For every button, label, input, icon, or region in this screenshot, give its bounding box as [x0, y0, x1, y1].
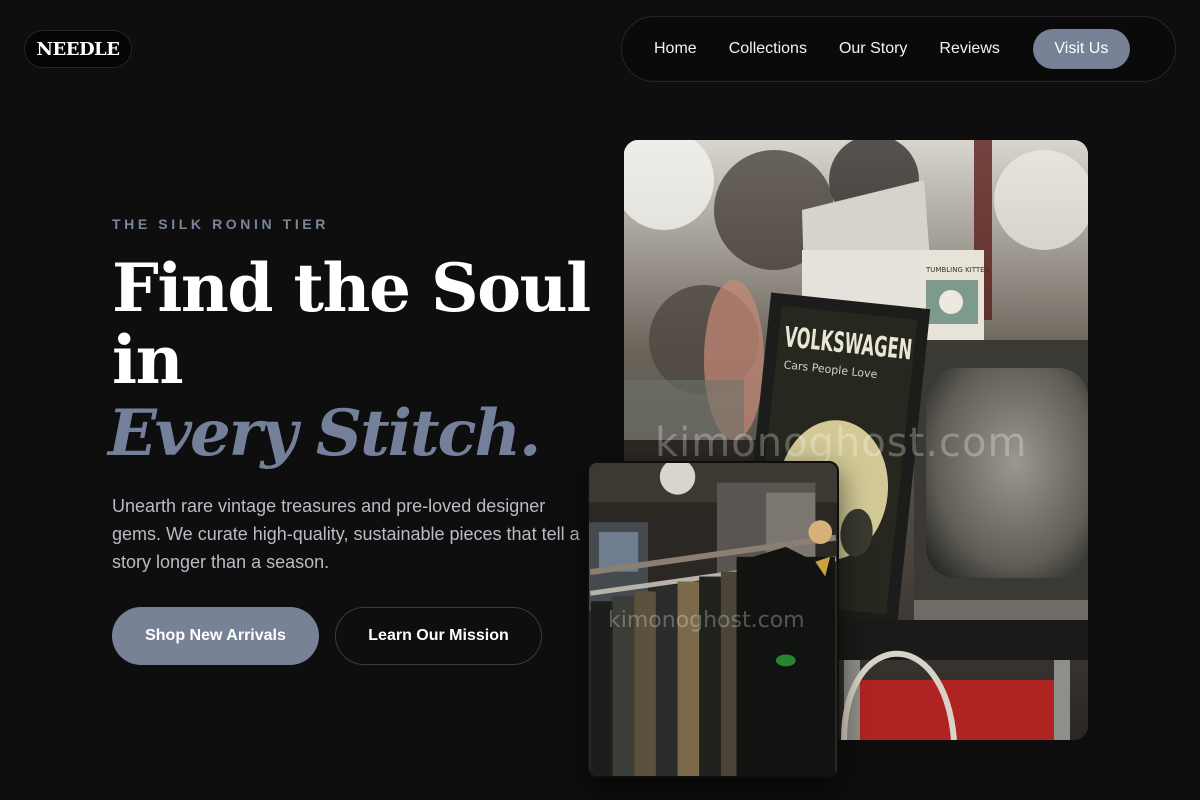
main-nav: Home Collections Our Story Reviews Visit…	[621, 16, 1176, 82]
hero-headline: Find the Soul in	[112, 249, 591, 399]
nav-home-link[interactable]: Home	[654, 40, 697, 58]
shop-new-arrivals-button[interactable]: Shop New Arrivals	[112, 607, 319, 665]
learn-our-mission-button[interactable]: Learn Our Mission	[335, 607, 542, 665]
nav-collections-link[interactable]: Collections	[729, 40, 807, 58]
brand-logo[interactable]: NEEDLE	[24, 30, 132, 68]
inset-rack-photo	[587, 461, 839, 778]
visit-us-button[interactable]: Visit Us	[1032, 29, 1130, 69]
nav-our-story-link[interactable]: Our Story	[839, 40, 907, 58]
hero-description: Unearth rare vintage treasures and pre-l…	[112, 496, 580, 572]
hero-eyebrow: THE SILK RONIN TIER	[112, 216, 329, 232]
clothing-rack-illustration	[589, 463, 837, 776]
svg-text:TUMBLING KITTEN: TUMBLING KITTEN	[925, 266, 990, 274]
hero-headline-accent: Every Stitch.	[108, 396, 541, 471]
nav-reviews-link[interactable]: Reviews	[939, 40, 999, 58]
